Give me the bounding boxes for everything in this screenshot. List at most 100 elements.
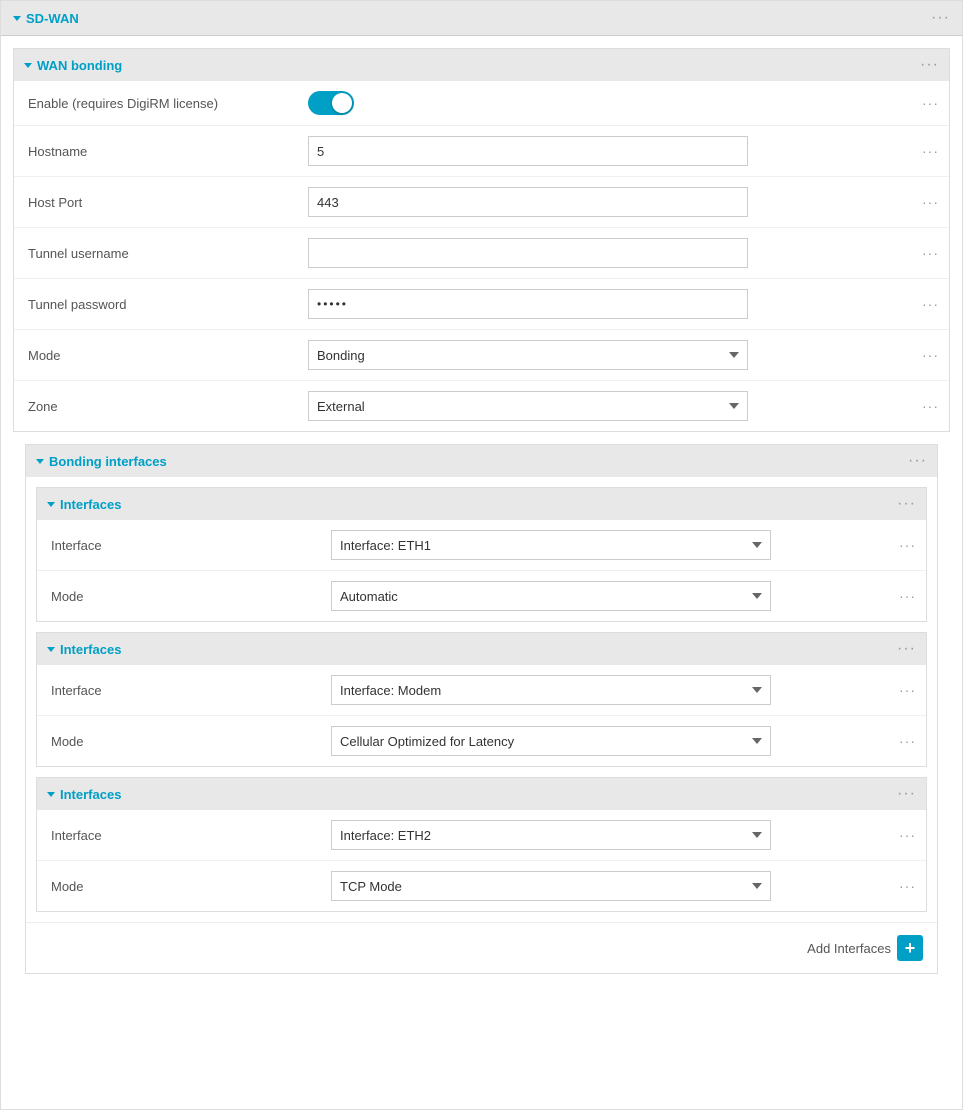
interface-block-3: Interfaces ··· Interface Interface: ETH1…	[36, 777, 927, 912]
tunnel-password-row: Tunnel password ···	[14, 279, 949, 330]
interface-2-interface-control: Interface: ETH1 Interface: Modem Interfa…	[331, 675, 912, 705]
interface-block-1-collapse-icon[interactable]	[47, 502, 55, 507]
interface-1-interface-dots[interactable]: ···	[899, 537, 916, 553]
zone-row: Zone External Internal DMZ ···	[14, 381, 949, 431]
enable-row-dots[interactable]: ···	[922, 95, 939, 111]
bonding-interfaces-dots[interactable]: ···	[908, 452, 927, 470]
interface-block-2-dots[interactable]: ···	[897, 640, 916, 658]
interface-3-mode-select[interactable]: Automatic TCP Mode Cellular Optimized fo…	[331, 871, 771, 901]
wan-bonding-body: Enable (requires DigiRM license) ··· Hos…	[14, 81, 949, 431]
tunnel-password-row-dots[interactable]: ···	[922, 296, 939, 312]
enable-row: Enable (requires DigiRM license) ···	[14, 81, 949, 126]
interface-2-mode-row: Mode Automatic TCP Mode Cellular Optimiz…	[37, 716, 926, 766]
interface-1-mode-control: Automatic TCP Mode Cellular Optimized fo…	[331, 581, 912, 611]
interface-3-mode-label: Mode	[51, 879, 331, 894]
hostname-control	[308, 136, 935, 166]
zone-select[interactable]: External Internal DMZ	[308, 391, 748, 421]
tunnel-password-control	[308, 289, 935, 319]
tunnel-username-row: Tunnel username ···	[14, 228, 949, 279]
interface-block-1-title: Interfaces	[47, 497, 121, 512]
interface-block-1: Interfaces ··· Interface Interface: ETH1…	[36, 487, 927, 622]
add-interfaces-row: Add Interfaces +	[26, 922, 937, 973]
interface-block-3-title: Interfaces	[47, 787, 121, 802]
interface-block-2: Interfaces ··· Interface Interface: ETH1…	[36, 632, 927, 767]
zone-label: Zone	[28, 399, 308, 414]
bonding-interfaces-title-label: Bonding interfaces	[49, 454, 167, 469]
add-interfaces-button[interactable]: +	[897, 935, 923, 961]
mode-row: Mode Bonding Failover Load Balance ···	[14, 330, 949, 381]
toggle-knob	[332, 93, 352, 113]
interface-2-mode-dots[interactable]: ···	[899, 733, 916, 749]
tunnel-password-input[interactable]	[308, 289, 748, 319]
interface-block-3-header: Interfaces ···	[37, 778, 926, 810]
host-port-input[interactable]	[308, 187, 748, 217]
page-wrapper: SD-WAN ··· WAN bonding ··· Enable (requi…	[0, 0, 963, 1110]
sdwan-title-label: SD-WAN	[26, 11, 79, 26]
hostname-row: Hostname ···	[14, 126, 949, 177]
zone-control: External Internal DMZ	[308, 391, 935, 421]
hostname-row-dots[interactable]: ···	[922, 143, 939, 159]
interface-2-interface-select[interactable]: Interface: ETH1 Interface: Modem Interfa…	[331, 675, 771, 705]
interface-3-interface-dots[interactable]: ···	[899, 827, 916, 843]
mode-select[interactable]: Bonding Failover Load Balance	[308, 340, 748, 370]
bonding-interfaces-header: Bonding interfaces ···	[26, 445, 937, 477]
interface-1-interface-control: Interface: ETH1 Interface: ETH2 Interfac…	[331, 530, 912, 560]
mode-row-dots[interactable]: ···	[922, 347, 939, 363]
tunnel-username-row-dots[interactable]: ···	[922, 245, 939, 261]
tunnel-username-label: Tunnel username	[28, 246, 308, 261]
interface-3-interface-label: Interface	[51, 828, 331, 843]
interface-2-interface-label: Interface	[51, 683, 331, 698]
tunnel-username-control	[308, 238, 935, 268]
interface-block-3-dots[interactable]: ···	[897, 785, 916, 803]
bonding-interfaces-collapse-icon[interactable]	[36, 459, 44, 464]
interface-1-mode-select[interactable]: Automatic TCP Mode Cellular Optimized fo…	[331, 581, 771, 611]
sdwan-dots-menu[interactable]: ···	[931, 9, 950, 27]
interface-2-mode-select[interactable]: Automatic TCP Mode Cellular Optimized fo…	[331, 726, 771, 756]
interface-1-mode-label: Mode	[51, 589, 331, 604]
host-port-row: Host Port ···	[14, 177, 949, 228]
interface-block-1-dots[interactable]: ···	[897, 495, 916, 513]
interface-1-interface-row: Interface Interface: ETH1 Interface: ETH…	[37, 520, 926, 571]
enable-toggle-wrap	[308, 91, 935, 115]
interface-3-mode-control: Automatic TCP Mode Cellular Optimized fo…	[331, 871, 912, 901]
interface-1-interface-select[interactable]: Interface: ETH1 Interface: ETH2 Interfac…	[331, 530, 771, 560]
mode-label: Mode	[28, 348, 308, 363]
interface-3-interface-select[interactable]: Interface: ETH1 Interface: ETH2 Interfac…	[331, 820, 771, 850]
wan-bonding-dots[interactable]: ···	[920, 56, 939, 74]
bonding-interfaces-section: Bonding interfaces ··· Interfaces ··· In…	[25, 444, 938, 974]
add-interfaces-label: Add Interfaces	[807, 941, 891, 956]
interface-block-2-collapse-icon[interactable]	[47, 647, 55, 652]
tunnel-password-label: Tunnel password	[28, 297, 308, 312]
interface-2-mode-label: Mode	[51, 734, 331, 749]
interface-3-mode-dots[interactable]: ···	[899, 878, 916, 894]
interface-block-3-collapse-icon[interactable]	[47, 792, 55, 797]
wan-bonding-title-label: WAN bonding	[37, 58, 122, 73]
interface-1-mode-dots[interactable]: ···	[899, 588, 916, 604]
sdwan-header: SD-WAN ···	[1, 1, 962, 36]
interface-2-interface-dots[interactable]: ···	[899, 682, 916, 698]
enable-toggle[interactable]	[308, 91, 354, 115]
hostname-input[interactable]	[308, 136, 748, 166]
interface-block-2-header: Interfaces ···	[37, 633, 926, 665]
interface-1-mode-row: Mode Automatic TCP Mode Cellular Optimiz…	[37, 571, 926, 621]
enable-label: Enable (requires DigiRM license)	[28, 96, 308, 111]
interface-block-2-title: Interfaces	[47, 642, 121, 657]
interface-1-interface-label: Interface	[51, 538, 331, 553]
mode-control: Bonding Failover Load Balance	[308, 340, 935, 370]
wan-bonding-section: WAN bonding ··· Enable (requires DigiRM …	[13, 48, 950, 432]
wan-bonding-header: WAN bonding ···	[14, 49, 949, 81]
interface-block-1-header: Interfaces ···	[37, 488, 926, 520]
interface-3-interface-row: Interface Interface: ETH1 Interface: ETH…	[37, 810, 926, 861]
bonding-interfaces-title: Bonding interfaces	[36, 454, 167, 469]
interface-3-interface-control: Interface: ETH1 Interface: ETH2 Interfac…	[331, 820, 912, 850]
wan-bonding-title: WAN bonding	[24, 58, 122, 73]
main-content: WAN bonding ··· Enable (requires DigiRM …	[1, 36, 962, 998]
wan-bonding-collapse-icon[interactable]	[24, 63, 32, 68]
tunnel-username-input[interactable]	[308, 238, 748, 268]
interface-block-2-title-label: Interfaces	[60, 642, 121, 657]
interface-block-3-title-label: Interfaces	[60, 787, 121, 802]
interface-2-interface-row: Interface Interface: ETH1 Interface: Mod…	[37, 665, 926, 716]
sdwan-collapse-icon[interactable]	[13, 16, 21, 21]
host-port-row-dots[interactable]: ···	[922, 194, 939, 210]
zone-row-dots[interactable]: ···	[922, 398, 939, 414]
